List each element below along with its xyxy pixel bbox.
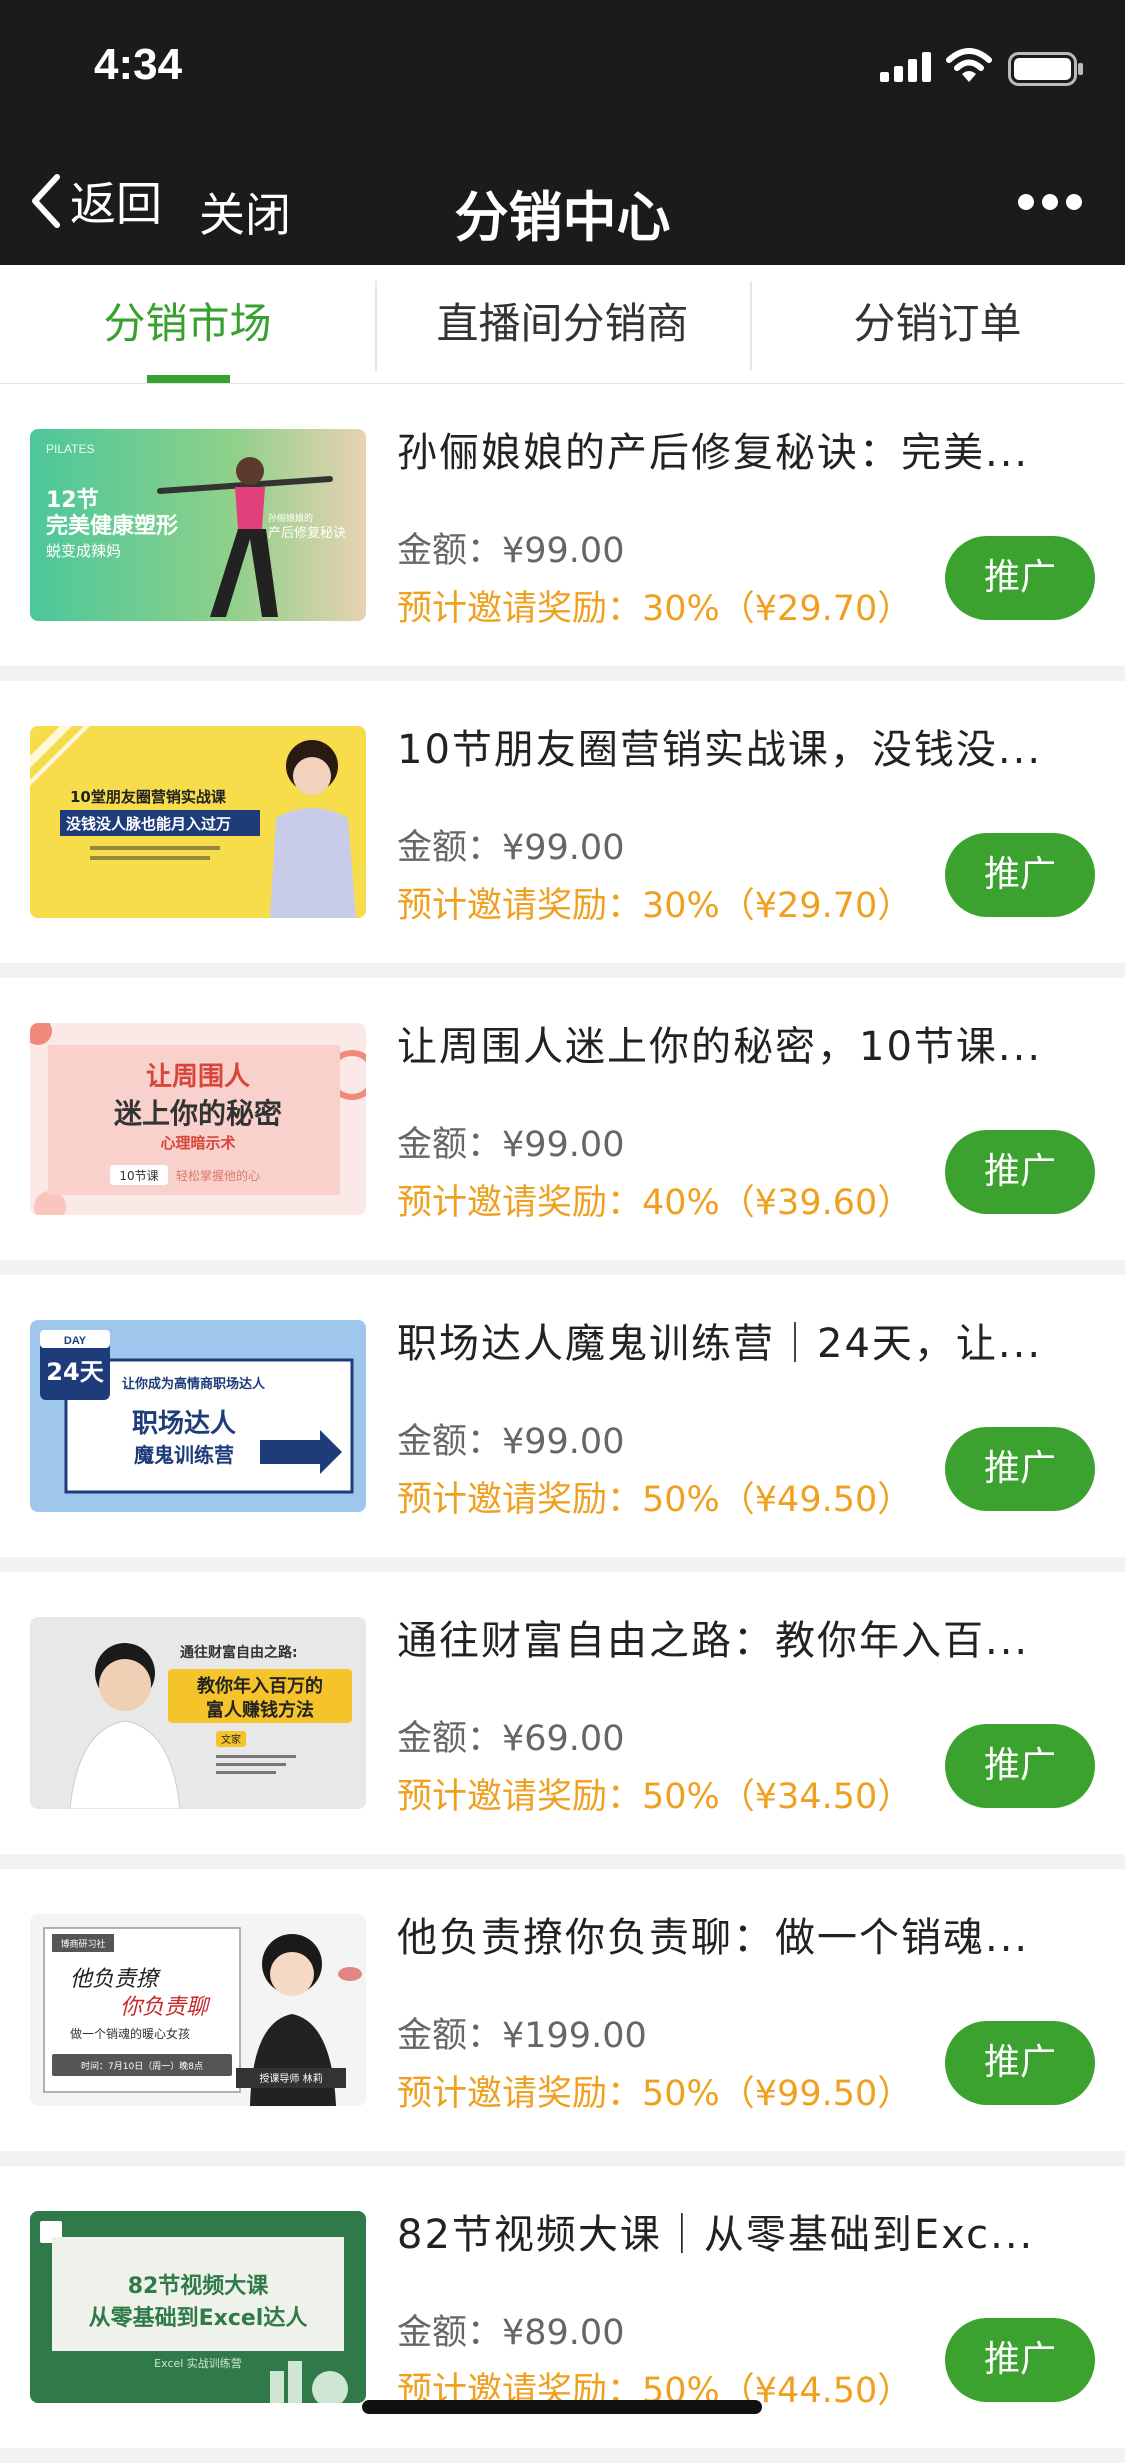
- svg-text:蜕变成辣妈: 蜕变成辣妈: [46, 542, 121, 560]
- product-thumbnail: DAY 24天 让你成为高情商职场达人 职场达人 魔鬼训练营: [30, 1320, 366, 1512]
- svg-text:教你年入百万的: 教你年入百万的: [197, 1675, 323, 1697]
- tab-live-distributors[interactable]: 直播间分销商: [375, 265, 750, 383]
- svg-text:授课导师 林莉: 授课导师 林莉: [259, 2072, 322, 2085]
- product-item[interactable]: PILATES 12节 完美健康塑形 蜕变成辣妈 孙俪娘娘的 产后修复秘诀 孙俪…: [0, 384, 1125, 666]
- svg-text:让你成为高情商职场达人: 让你成为高情商职场达人: [122, 1376, 266, 1392]
- tab-active-indicator: [147, 375, 230, 383]
- promote-button[interactable]: 推广: [945, 536, 1095, 620]
- svg-text:10堂朋友圈营销实战课: 10堂朋友圈营销实战课: [70, 788, 227, 806]
- svg-text:你负责聊: 你负责聊: [120, 1995, 211, 2020]
- product-price: 金额：¥99.00: [397, 1125, 625, 1165]
- svg-text:职场达人: 职场达人: [132, 1409, 236, 1439]
- product-title: 10节朋友圈营销实战课，没钱没...: [397, 727, 1043, 773]
- product-title: 82节视频大课｜从零基础到Exc...: [397, 2212, 1035, 2258]
- tab-label: 分销订单: [853, 299, 1022, 348]
- more-icon[interactable]: [1017, 193, 1083, 211]
- product-list: PILATES 12节 完美健康塑形 蜕变成辣妈 孙俪娘娘的 产后修复秘诀 孙俪…: [0, 384, 1125, 2463]
- battery-icon: [1008, 52, 1083, 86]
- product-title: 通往财富自由之路：教你年入百...: [397, 1618, 1030, 1664]
- svg-text:产后修复秘诀: 产后修复秘诀: [268, 526, 346, 541]
- tab-orders[interactable]: 分销订单: [750, 265, 1125, 383]
- product-title: 职场达人魔鬼训练营｜24天，让...: [397, 1321, 1043, 1367]
- svg-text:DAY: DAY: [64, 1335, 87, 1347]
- tab-bar: 分销市场 直播间分销商 分销订单: [0, 265, 1125, 384]
- product-item[interactable]: 让周围人 迷上你的秘密 心理暗示术 10节课 轻松掌握他的心 让周围人迷上你的秘…: [0, 978, 1125, 1260]
- product-reward: 预计邀请奖励：50%（¥49.50）: [397, 1480, 913, 1520]
- product-price: 金额：¥99.00: [397, 531, 625, 571]
- product-item[interactable]: 10堂朋友圈营销实战课 没钱没人脉也能月入过万 10节朋友圈营销实战课，没钱没.…: [0, 681, 1125, 963]
- product-price: 金额：¥89.00: [397, 2313, 625, 2353]
- product-thumbnail: PILATES 12节 完美健康塑形 蜕变成辣妈 孙俪娘娘的 产后修复秘诀: [30, 429, 366, 621]
- svg-text:Excel 实战训练营: Excel 实战训练营: [154, 2356, 242, 2370]
- signal-icon: [880, 52, 931, 82]
- tab-label: 直播间分销商: [436, 299, 689, 348]
- product-thumbnail: 通往财富自由之路: 教你年入百万的 富人赚钱方法 文家: [30, 1617, 366, 1809]
- promote-button[interactable]: 推广: [945, 2318, 1095, 2402]
- wifi-icon: [946, 48, 992, 82]
- svg-text:24天: 24天: [46, 1358, 103, 1386]
- product-reward: 预计邀请奖励：50%（¥34.50）: [397, 1777, 913, 1817]
- svg-text:心理暗示术: 心理暗示术: [160, 1134, 235, 1152]
- promote-button[interactable]: 推广: [945, 2021, 1095, 2105]
- svg-text:做一个销魂的暖心女孩: 做一个销魂的暖心女孩: [70, 2026, 190, 2041]
- product-thumbnail: 让周围人 迷上你的秘密 心理暗示术 10节课 轻松掌握他的心: [30, 1023, 366, 1215]
- svg-text:富人赚钱方法: 富人赚钱方法: [206, 1699, 314, 1721]
- promote-button[interactable]: 推广: [945, 1427, 1095, 1511]
- product-price: 金额：¥99.00: [397, 828, 625, 868]
- svg-text:82节视频大课: 82节视频大课: [128, 2273, 270, 2299]
- product-thumbnail: 10堂朋友圈营销实战课 没钱没人脉也能月入过万: [30, 726, 366, 918]
- product-reward: 预计邀请奖励：30%（¥29.70）: [397, 589, 913, 629]
- svg-text:12节: 12节: [46, 488, 99, 513]
- promote-button[interactable]: 推广: [945, 1130, 1095, 1214]
- product-title: 他负责撩你负责聊：做一个销魂...: [397, 1915, 1030, 1961]
- svg-text:轻松掌握他的心: 轻松掌握他的心: [176, 1168, 260, 1183]
- svg-text:博商研习社: 博商研习社: [60, 1938, 105, 1950]
- home-indicator[interactable]: [362, 2400, 762, 2414]
- svg-text:时间：7月10日（周一）晚8点: 时间：7月10日（周一）晚8点: [81, 2060, 203, 2072]
- product-item[interactable]: DAY 24天 让你成为高情商职场达人 职场达人 魔鬼训练营 职场达人魔鬼训练营…: [0, 1275, 1125, 1557]
- product-item[interactable]: 博商研习社 他负责撩 你负责聊 做一个销魂的暖心女孩 时间：7月10日（周一）晚…: [0, 1869, 1125, 2151]
- svg-text:没钱没人脉也能月入过万: 没钱没人脉也能月入过万: [66, 815, 231, 833]
- svg-text:魔鬼训练营: 魔鬼训练营: [134, 1443, 234, 1467]
- promote-button[interactable]: 推广: [945, 833, 1095, 917]
- svg-text:通往财富自由之路:: 通往财富自由之路:: [180, 1644, 298, 1661]
- product-price: 金额：¥69.00: [397, 1719, 625, 1759]
- product-price: 金额：¥199.00: [397, 2016, 647, 2056]
- promote-button[interactable]: 推广: [945, 1724, 1095, 1808]
- tab-label: 分销市场: [103, 299, 272, 348]
- product-price: 金额：¥99.00: [397, 1422, 625, 1462]
- svg-text:完美健康塑形: 完美健康塑形: [46, 513, 178, 539]
- product-reward: 预计邀请奖励：50%（¥99.50）: [397, 2074, 913, 2114]
- svg-text:10节课: 10节课: [119, 1169, 158, 1183]
- svg-text:他负责撩: 他负责撩: [70, 1967, 161, 1992]
- svg-text:让周围人: 让周围人: [146, 1062, 250, 1092]
- product-title: 孙俪娘娘的产后修复秘诀：完美...: [397, 430, 1030, 476]
- product-thumbnail: 博商研习社 他负责撩 你负责聊 做一个销魂的暖心女孩 时间：7月10日（周一）晚…: [30, 1914, 366, 2106]
- status-time: 4:34: [94, 40, 183, 89]
- svg-text:孙俪娘娘的: 孙俪娘娘的: [268, 512, 313, 524]
- svg-text:迷上你的秘密: 迷上你的秘密: [114, 1097, 282, 1130]
- svg-text:从零基础到Excel达人: 从零基础到Excel达人: [89, 2306, 308, 2331]
- product-reward: 预计邀请奖励：40%（¥39.60）: [397, 1183, 913, 1223]
- product-reward: 预计邀请奖励：30%（¥29.70）: [397, 886, 913, 926]
- page-title: 分销中心: [454, 186, 671, 249]
- status-bar: 4:34: [0, 0, 1125, 135]
- tab-market[interactable]: 分销市场: [0, 265, 375, 383]
- svg-text:PILATES: PILATES: [46, 442, 94, 456]
- product-title: 让周围人迷上你的秘密，10节课...: [397, 1024, 1043, 1070]
- product-thumbnail: 82节视频大课 从零基础到Excel达人 Excel 实战训练营: [30, 2211, 366, 2403]
- svg-text:文家: 文家: [221, 1733, 241, 1746]
- product-item[interactable]: 通往财富自由之路: 教你年入百万的 富人赚钱方法 文家 通往财富自由之路：教你年…: [0, 1572, 1125, 1854]
- nav-bar: 返回 关闭 分销中心: [0, 135, 1125, 265]
